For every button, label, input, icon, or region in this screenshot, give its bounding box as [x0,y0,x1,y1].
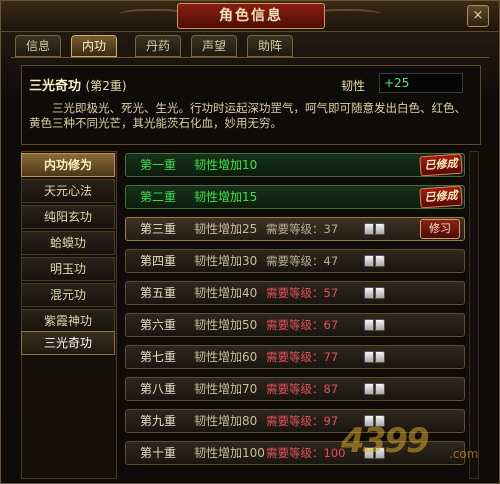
level-requirement: 需要等级：100 [266,446,346,460]
title-bar: 角色信息 × [1,1,499,32]
level-row-6[interactable]: 第六重 韧性增加50 需要等级：67 [125,313,465,337]
skill-name: 三光奇功 (第2重) [29,75,127,94]
skill-level-text: (第2重) [85,79,127,93]
tab-inner-skill[interactable]: 内功 [71,35,117,57]
level-bonus: 韧性增加25 [194,222,258,236]
site-watermark: 4399 .com [341,421,481,471]
level-row-7[interactable]: 第七重 韧性增加60 需要等级：77 [125,345,465,369]
sidebar-header[interactable]: 内功修为 [21,153,115,177]
watermark-number: 4399 [341,421,430,461]
level-row-1[interactable]: 第一重 韧性增加10 已修成 [125,153,465,177]
tab-assist[interactable]: 助阵 [247,35,293,57]
level-requirement: 需要等级：97 [266,414,339,428]
practice-button[interactable]: 修习 [420,219,460,239]
level-name: 第二重 [140,190,177,204]
level-name: 第四重 [140,254,177,268]
level-name: 第十重 [140,446,177,460]
book-icon [364,287,386,299]
tab-pills[interactable]: 丹药 [135,35,181,57]
level-row-4[interactable]: 第四重 韧性增加30 需要等级：47 [125,249,465,273]
sidebar-item-tianyuan[interactable]: 天元心法 [21,179,115,203]
level-bonus: 韧性增加80 [194,414,258,428]
level-row-8[interactable]: 第八重 韧性增加70 需要等级：87 [125,377,465,401]
level-bonus: 韧性增加30 [194,254,258,268]
level-bonus: 韧性增加15 [194,190,258,204]
level-row-3[interactable]: 第三重 韧性增加25 需要等级：37 修习 [125,217,465,241]
level-row-2[interactable]: 第二重 韧性增加15 已修成 [125,185,465,209]
level-name: 第三重 [140,222,177,236]
book-icon [364,319,386,331]
sidebar-item-hama[interactable]: 蛤蟆功 [21,231,115,255]
level-requirement: 需要等级：37 [266,222,339,236]
level-bonus: 韧性增加40 [194,286,258,300]
level-name: 第七重 [140,350,177,364]
level-name: 第八重 [140,382,177,396]
level-requirement: 需要等级：77 [266,350,339,364]
sidebar-item-hunyuan[interactable]: 混元功 [21,283,115,307]
character-info-window: 角色信息 × 信息 内功 丹药 声望 助阵 三光奇功 (第2重) 韧性 +25 … [0,0,500,484]
level-name: 第五重 [140,286,177,300]
stat-value: +25 [379,73,463,93]
sidebar-item-chunyang[interactable]: 纯阳玄功 [21,205,115,229]
close-button[interactable]: × [467,5,489,27]
level-requirement: 需要等级：67 [266,318,339,332]
level-bonus: 韧性增加10 [194,158,258,172]
stat-label: 韧性 [341,79,366,93]
sidebar-item-mingyu[interactable]: 明玉功 [21,257,115,281]
book-icon [364,351,386,363]
level-name: 第一重 [140,158,177,172]
skill-name-text: 三光奇功 [29,79,82,94]
sidebar-item-zixia[interactable]: 紫霞神功 [21,309,115,333]
level-name: 第九重 [140,414,177,428]
watermark-suffix: .com [449,447,479,461]
level-bonus: 韧性增加60 [194,350,258,364]
book-icon [364,383,386,395]
level-requirement: 需要等级：57 [266,286,339,300]
tab-reputation[interactable]: 声望 [191,35,237,57]
tab-divider [11,57,489,58]
level-requirement: 需要等级：47 [266,254,339,268]
book-icon [364,223,386,235]
level-bonus: 韧性增加100 [194,446,265,460]
level-requirement: 需要等级：87 [266,382,339,396]
level-row-5[interactable]: 第五重 韧性增加40 需要等级：57 [125,281,465,305]
level-bonus: 韧性增加70 [194,382,258,396]
sidebar-item-sanguang[interactable]: 三光奇功 [21,331,115,355]
window-title: 角色信息 [177,3,325,29]
tab-info[interactable]: 信息 [15,35,61,57]
book-icon [364,255,386,267]
completed-badge: 已修成 [419,153,463,177]
skill-description: 三光即极光、死光、生光。行功时运起深功罡气，呵气即可随意发出白色、红色、黄色三种… [29,101,466,130]
level-bonus: 韧性增加50 [194,318,258,332]
level-name: 第六重 [140,318,177,332]
completed-badge: 已修成 [419,185,463,209]
